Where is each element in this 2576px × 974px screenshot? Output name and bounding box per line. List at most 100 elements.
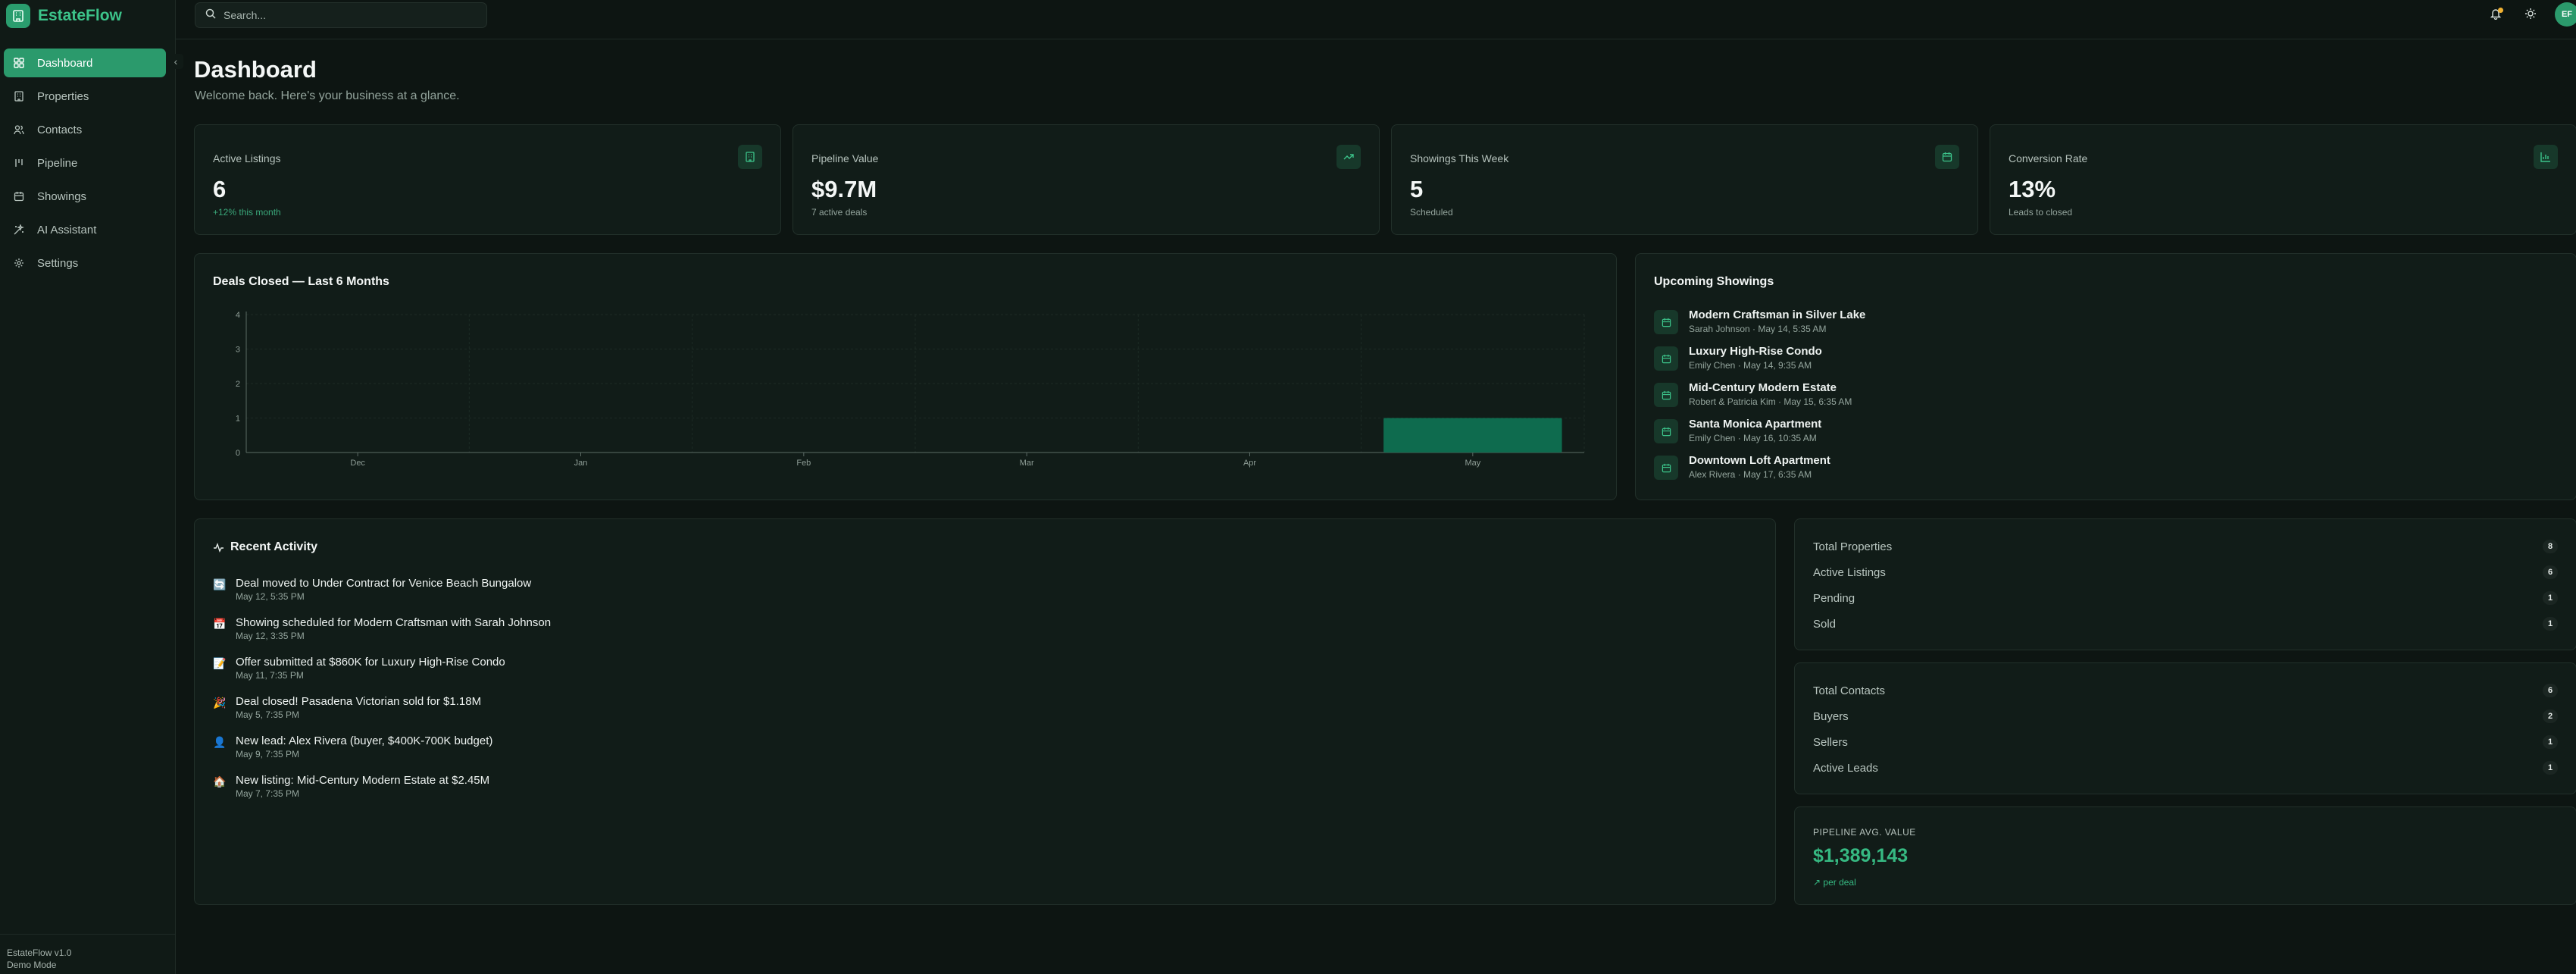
stat-row-pending: Pending 1 xyxy=(1813,590,2558,606)
sidebar-item-label: AI Assistant xyxy=(37,223,97,236)
dashboard-icon xyxy=(13,57,25,69)
sidebar-item-dashboard[interactable]: Dashboard xyxy=(4,49,166,77)
showing-meta: Alex Rivera · May 17, 6:35 AM xyxy=(1689,469,1812,480)
notification-dot xyxy=(2498,8,2503,13)
showing-meta: Sarah Johnson · May 14, 5:35 AM xyxy=(1689,324,1827,334)
activity-text: Deal closed! Pasadena Victorian sold for… xyxy=(236,695,482,708)
sidebar-item-pipeline[interactable]: Pipeline xyxy=(4,149,166,177)
sidebar-nav: Dashboard Properties Contacts Pipeline S… xyxy=(4,49,166,282)
sidebar-item-label: Settings xyxy=(37,256,79,270)
activity-text: Offer submitted at $860K for Luxury High… xyxy=(236,656,505,669)
sidebar-item-settings[interactable]: Settings xyxy=(4,249,166,277)
bar[interactable] xyxy=(1383,418,1562,453)
activity-item[interactable]: 📝 Offer submitted at $860K for Luxury Hi… xyxy=(213,656,551,695)
stat-badge: 6 xyxy=(2543,684,2558,697)
showing-item[interactable]: Modern Craftsman in Silver Lake Sarah Jo… xyxy=(1654,308,1865,345)
activity-text: New lead: Alex Rivera (buyer, $400K-700K… xyxy=(236,734,493,747)
sidebar-item-contacts[interactable]: Contacts xyxy=(4,115,166,144)
stat-row-total-properties: Total Properties 8 xyxy=(1813,539,2558,554)
y-tick-label: 1 xyxy=(236,415,240,424)
sidebar-item-label: Properties xyxy=(37,89,89,103)
stat-row-sold: Sold 1 xyxy=(1813,616,2558,631)
sidebar-item-showings[interactable]: Showings xyxy=(4,182,166,211)
activity-item[interactable]: 🏠 New listing: Mid-Century Modern Estate… xyxy=(213,774,551,813)
kpi-card-pipeline-value: Pipeline Value $9.7M 7 active deals xyxy=(792,124,1380,235)
person-icon: 👤 xyxy=(213,736,227,748)
calendar-icon xyxy=(1654,346,1678,371)
activity-text: New listing: Mid-Century Modern Estate a… xyxy=(236,774,490,787)
kpi-value: 6 xyxy=(213,176,227,202)
search-box[interactable] xyxy=(195,2,487,28)
showing-title: Mid-Century Modern Estate xyxy=(1689,381,1837,394)
calendar-icon xyxy=(1654,419,1678,443)
showing-item[interactable]: Mid-Century Modern Estate Robert & Patri… xyxy=(1654,381,1865,418)
upcoming-showings-card: Upcoming Showings Modern Craftsman in Si… xyxy=(1635,253,2576,500)
kpi-label: Active Listings xyxy=(213,152,281,164)
activity-item[interactable]: 🎉 Deal closed! Pasadena Victorian sold f… xyxy=(213,695,551,734)
stat-label: Buyers xyxy=(1813,709,1849,723)
showing-title: Modern Craftsman in Silver Lake xyxy=(1689,308,1866,321)
calendar-icon xyxy=(1935,145,1959,169)
activity-item[interactable]: 🔄 Deal moved to Under Contract for Venic… xyxy=(213,577,551,616)
gear-icon xyxy=(13,257,25,269)
notifications-button[interactable] xyxy=(2487,6,2505,24)
sidebar-item-label: Contacts xyxy=(37,123,83,136)
activity-time: May 12, 5:35 PM xyxy=(236,591,305,602)
showing-title: Downtown Loft Apartment xyxy=(1689,454,1830,467)
stat-badge: 1 xyxy=(2543,591,2558,605)
users-icon xyxy=(13,124,25,136)
pipeline-avg-card: PIPELINE AVG. VALUE $1,389,143 ↗ per dea… xyxy=(1794,806,2576,905)
calendar-icon xyxy=(1654,456,1678,480)
search-input[interactable] xyxy=(224,9,466,21)
x-tick-label: Mar xyxy=(1020,459,1034,468)
stat-badge: 6 xyxy=(2543,565,2558,579)
kpi-sub: Leads to closed xyxy=(2009,207,2073,218)
theme-toggle-button[interactable] xyxy=(2521,6,2540,24)
avatar[interactable]: EF xyxy=(2555,2,2576,27)
building-logo-icon xyxy=(6,4,30,28)
collapse-sidebar-button[interactable]: ‹ xyxy=(168,54,183,69)
brand[interactable]: EstateFlow xyxy=(6,3,122,29)
stat-badge: 1 xyxy=(2543,761,2558,775)
showing-item[interactable]: Luxury High-Rise Condo Emily Chen · May … xyxy=(1654,345,1865,381)
activity-icon xyxy=(213,542,224,553)
stat-label: Pending xyxy=(1813,591,1855,605)
sun-icon xyxy=(2524,8,2537,23)
calendar-icon xyxy=(1654,383,1678,407)
kpi-card-showings: Showings This Week 5 Scheduled xyxy=(1391,124,1978,235)
search-icon xyxy=(205,8,216,23)
calendar-icon xyxy=(1654,310,1678,334)
x-tick-label: May xyxy=(1465,459,1480,468)
kpi-label: Conversion Rate xyxy=(2009,152,2088,164)
x-tick-label: Jan xyxy=(574,459,588,468)
showings-title: Upcoming Showings xyxy=(1654,275,1774,288)
showing-meta: Emily Chen · May 16, 10:35 AM xyxy=(1689,433,1817,443)
y-tick-label: 0 xyxy=(236,449,240,458)
contact-stats-card: Total Contacts 6 Buyers 2 Sellers 1 Acti… xyxy=(1794,662,2576,794)
calendar-icon xyxy=(13,190,25,202)
activity-header: Recent Activity xyxy=(213,540,317,554)
bar-chart-icon xyxy=(2534,145,2558,169)
activity-time: May 9, 7:35 PM xyxy=(236,749,300,759)
pipeline-avg-sub: ↗ per deal xyxy=(1813,877,1856,888)
showing-item[interactable]: Santa Monica Apartment Emily Chen · May … xyxy=(1654,418,1865,454)
activity-item[interactable]: 👤 New lead: Alex Rivera (buyer, $400K-70… xyxy=(213,734,551,774)
sparkles-icon xyxy=(13,224,25,236)
sidebar-item-label: Dashboard xyxy=(37,56,93,70)
app-version: EstateFlow v1.0 xyxy=(7,947,72,958)
chevron-left-icon: ‹ xyxy=(174,55,178,67)
kpi-sub: 7 active deals xyxy=(811,207,868,218)
stat-label: Active Listings xyxy=(1813,565,1886,579)
activity-title: Recent Activity xyxy=(230,540,317,553)
sidebar-item-ai-assistant[interactable]: AI Assistant xyxy=(4,215,166,244)
activity-item[interactable]: 📅 Showing scheduled for Modern Craftsman… xyxy=(213,616,551,656)
stat-badge: 1 xyxy=(2543,617,2558,631)
showing-item[interactable]: Downtown Loft Apartment Alex Rivera · Ma… xyxy=(1654,454,1865,490)
activity-text: Showing scheduled for Modern Craftsman w… xyxy=(236,616,552,629)
sidebar-item-label: Pipeline xyxy=(37,156,78,170)
kpi-sub: +12% this month xyxy=(213,207,281,218)
memo-icon: 📝 xyxy=(213,657,227,669)
activity-list: 🔄 Deal moved to Under Contract for Venic… xyxy=(213,577,551,813)
sidebar-item-properties[interactable]: Properties xyxy=(4,82,166,111)
kpi-sub: Scheduled xyxy=(1410,207,1453,218)
